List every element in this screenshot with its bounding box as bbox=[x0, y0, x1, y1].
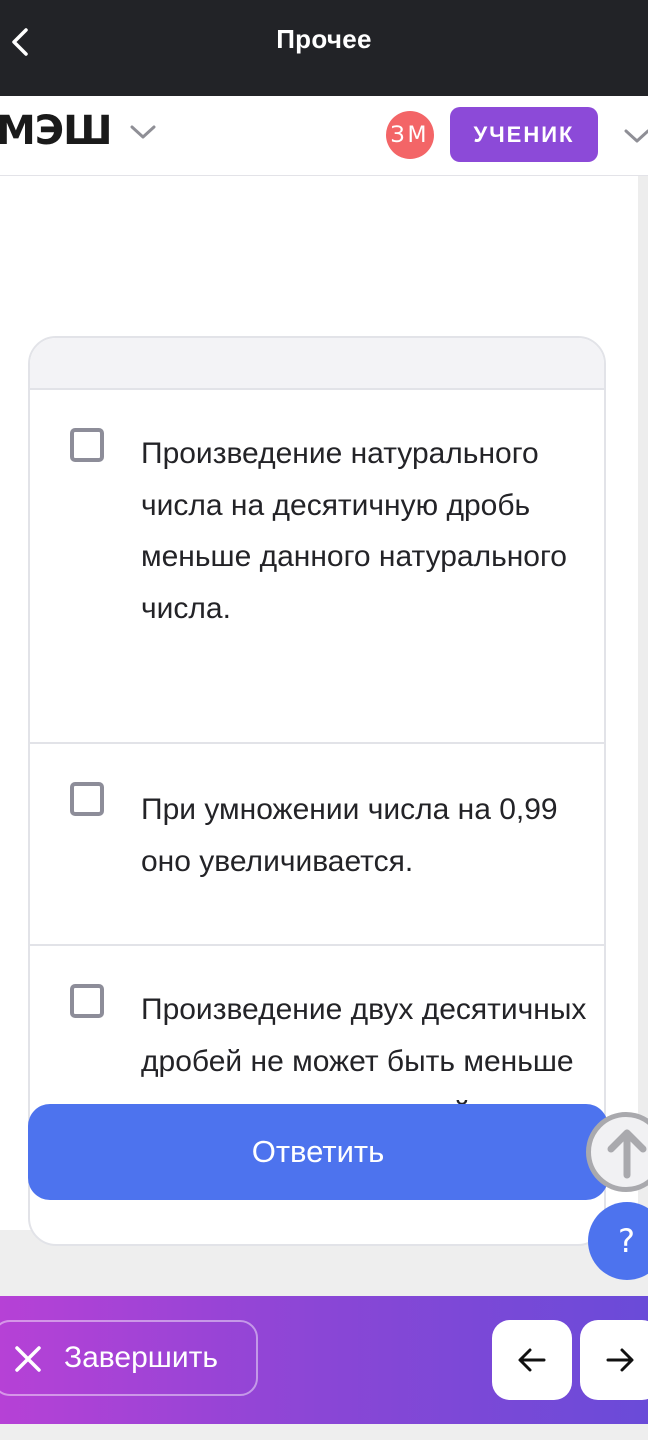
scroll-to-top-button[interactable] bbox=[586, 1112, 648, 1192]
role-badge[interactable]: УЧЕНИК bbox=[450, 107, 598, 162]
close-icon bbox=[15, 1346, 41, 1372]
user-avatar[interactable]: ЗМ bbox=[386, 111, 434, 159]
card-header bbox=[30, 338, 604, 390]
answer-option-2[interactable]: При умножении числа на 0,99 оно увеличив… bbox=[30, 742, 604, 944]
top-app-bar: Прочее bbox=[0, 0, 648, 96]
option-checkbox[interactable] bbox=[70, 782, 104, 816]
finish-button[interactable]: Завершить bbox=[0, 1320, 258, 1396]
bottom-gutter bbox=[0, 1424, 648, 1440]
bottom-action-bar: Завершить bbox=[0, 1296, 648, 1424]
page-title: Прочее bbox=[276, 24, 372, 54]
main-content: Произведение натурального числа на десят… bbox=[0, 176, 638, 1246]
arrow-up-icon bbox=[607, 1129, 647, 1179]
mesh-logo[interactable]: МЭШ bbox=[0, 108, 113, 154]
chevron-down-icon[interactable] bbox=[128, 122, 158, 142]
option-text: Произведение натурального числа на десят… bbox=[141, 437, 567, 625]
role-chevron-down-icon[interactable] bbox=[622, 126, 648, 146]
option-checkbox[interactable] bbox=[70, 428, 104, 462]
scrollbar-track[interactable] bbox=[638, 176, 648, 1236]
arrow-right-icon bbox=[606, 1348, 634, 1372]
finish-label: Завершить bbox=[64, 1341, 218, 1374]
submit-answer-button[interactable]: Ответить bbox=[28, 1104, 608, 1200]
option-checkbox[interactable] bbox=[70, 984, 104, 1018]
answer-option-1[interactable]: Произведение натурального числа на десят… bbox=[30, 388, 604, 742]
previous-button[interactable] bbox=[492, 1320, 572, 1400]
option-text: При умножении числа на 0,99 оно увеличив… bbox=[141, 793, 558, 878]
arrow-left-icon bbox=[518, 1348, 546, 1372]
answer-option-3[interactable]: Произведение двух десятичных дробей не м… bbox=[30, 944, 604, 1244]
next-button[interactable] bbox=[580, 1320, 648, 1400]
